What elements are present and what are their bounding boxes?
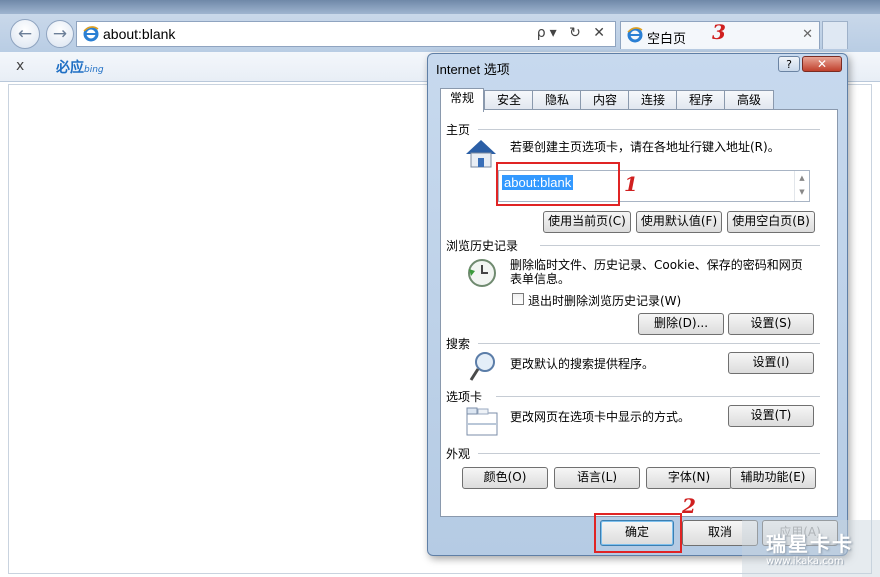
- tabs-section-label: 选项卡: [446, 390, 483, 404]
- accessibility-button[interactable]: 辅助功能(E): [730, 467, 816, 489]
- ie-icon: [83, 26, 99, 42]
- appearance-section-label: 外观: [446, 447, 471, 461]
- history-settings-button[interactable]: 设置(S): [728, 313, 814, 335]
- use-default-button[interactable]: 使用默认值(F): [636, 211, 722, 233]
- watermark-url: www.ikaka.com: [766, 556, 844, 567]
- history-section-label: 浏览历史记录: [446, 239, 519, 253]
- watermark: 瑞星卡卡 www.ikaka.com: [742, 520, 880, 577]
- delete-button[interactable]: 删除(D)...: [638, 313, 724, 335]
- annotation-3: 3: [712, 20, 726, 44]
- bing-sub: bing: [84, 65, 104, 75]
- back-arrow-icon: ←: [17, 24, 33, 44]
- use-current-button[interactable]: 使用当前页(C): [543, 211, 631, 233]
- bing-label: 必应: [56, 60, 84, 76]
- tab-title: 空白页: [647, 32, 687, 47]
- clock-icon: [468, 259, 496, 287]
- magnifier-icon: [469, 352, 495, 381]
- history-desc-line2: 表单信息。: [510, 272, 571, 286]
- bing-logo[interactable]: 必应bing: [56, 57, 104, 77]
- tab-general[interactable]: 常规: [440, 88, 484, 112]
- divider: [540, 245, 820, 246]
- fonts-button[interactable]: 字体(N): [646, 467, 732, 489]
- new-tab-button[interactable]: [822, 21, 848, 49]
- search-section-label: 搜索: [446, 337, 471, 351]
- languages-button[interactable]: 语言(L): [554, 467, 640, 489]
- tab-connections[interactable]: 连接: [628, 90, 678, 111]
- house-icon: [466, 140, 496, 168]
- tabs-settings-button[interactable]: 设置(T): [728, 405, 814, 427]
- search-settings-button[interactable]: 设置(I): [728, 352, 814, 374]
- tab-security[interactable]: 安全: [484, 90, 534, 111]
- annotation-2: 2: [682, 494, 696, 518]
- forward-button[interactable]: →: [46, 20, 74, 48]
- annotation-1: 1: [624, 172, 638, 196]
- tab-programs[interactable]: 程序: [676, 90, 726, 111]
- divider: [478, 453, 820, 454]
- forward-arrow-icon: →: [52, 24, 68, 44]
- tabs-icon: [466, 407, 498, 436]
- back-button[interactable]: ←: [10, 19, 40, 49]
- homepage-desc: 若要创建主页选项卡，请在各地址行键入地址(R)。: [510, 140, 780, 154]
- divider: [478, 343, 820, 344]
- internet-options-dialog: Internet 选项 ? ✕ 常规 安全 隐私 内容 连接 程序 高级 主页 …: [427, 53, 848, 556]
- title-strip: [0, 0, 880, 14]
- divider: [496, 396, 820, 397]
- close-toolbar-icon[interactable]: x: [16, 58, 24, 74]
- textarea-scrollbar[interactable]: ▲ ▼: [794, 171, 809, 201]
- tabs-desc: 更改网页在选项卡中显示的方式。: [510, 410, 691, 424]
- address-tools[interactable]: ρ▾ ↻ ✕: [537, 25, 609, 41]
- tab-content[interactable]: 内容: [580, 90, 630, 111]
- help-button[interactable]: ?: [778, 56, 800, 72]
- use-blank-button[interactable]: 使用空白页(B): [727, 211, 815, 233]
- delete-on-exit-label[interactable]: 退出时删除浏览历史记录(W): [528, 292, 681, 309]
- search-desc: 更改默认的搜索提供程序。: [510, 357, 655, 371]
- address-bar[interactable]: about:blank ρ▾ ↻ ✕: [76, 21, 616, 47]
- address-url: about:blank: [103, 26, 176, 42]
- ie-icon: [627, 27, 643, 43]
- close-button[interactable]: ✕: [802, 56, 842, 72]
- colors-button[interactable]: 颜色(O): [462, 467, 548, 489]
- highlight-box-2: [594, 513, 682, 553]
- highlight-box-1: [496, 162, 620, 206]
- dialog-title: Internet 选项: [436, 62, 510, 77]
- watermark-logo: 瑞星卡卡: [766, 532, 854, 556]
- divider: [478, 129, 820, 130]
- tab-advanced[interactable]: 高级: [724, 90, 774, 111]
- tab-close-icon[interactable]: ✕: [802, 27, 813, 42]
- delete-on-exit-checkbox[interactable]: [512, 293, 524, 305]
- tab-privacy[interactable]: 隐私: [532, 90, 582, 111]
- homepage-section-label: 主页: [446, 123, 471, 137]
